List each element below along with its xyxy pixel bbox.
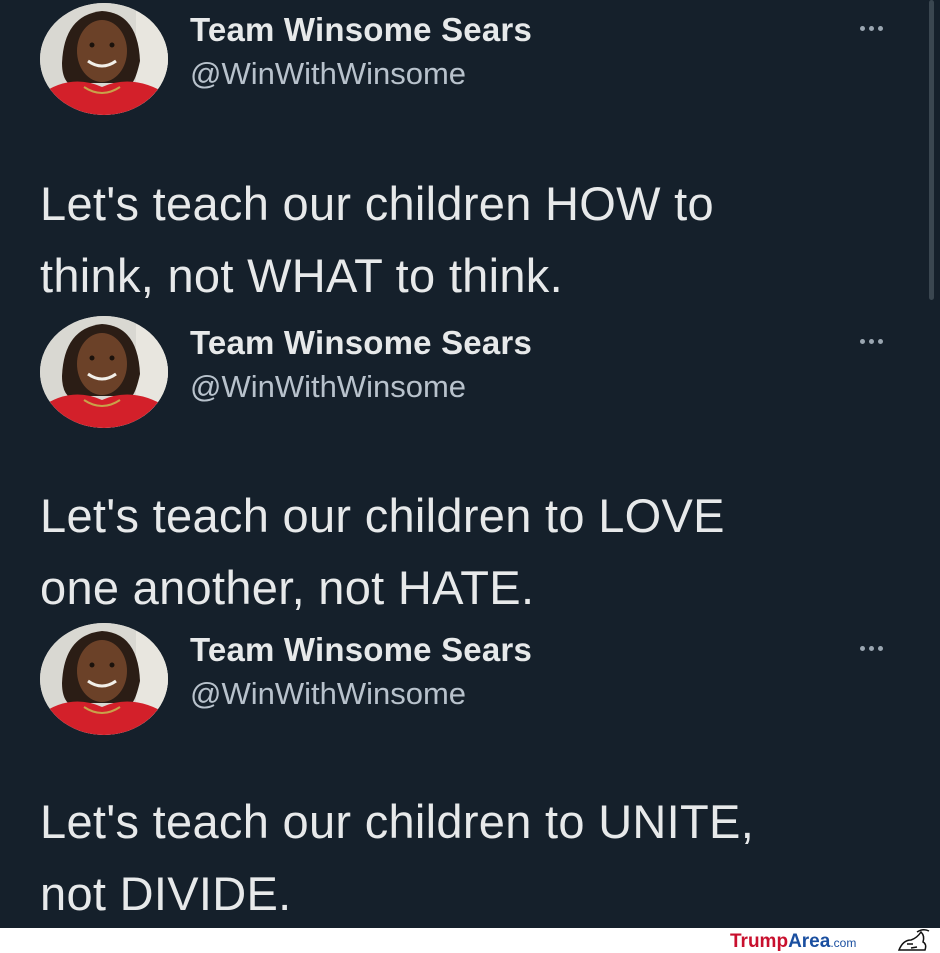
more-options-icon[interactable] <box>860 20 900 36</box>
tweet-text-line: Let's teach our children to LOVE <box>40 489 725 542</box>
tweet-text-line: Let's teach our children to UNITE, <box>40 795 755 848</box>
avatar[interactable] <box>40 3 168 115</box>
avatar[interactable] <box>40 623 168 735</box>
author-handle[interactable]: @WinWithWinsome <box>190 676 466 712</box>
avatar[interactable] <box>40 316 168 428</box>
author-handle[interactable]: @WinWithWinsome <box>190 369 466 405</box>
author-name[interactable]: Team Winsome Sears <box>190 324 532 362</box>
tweet-text-line: Let's teach our children HOW to <box>40 177 714 230</box>
author-name[interactable]: Team Winsome Sears <box>190 11 532 49</box>
watermark-text-area: Area <box>788 931 831 952</box>
tweet[interactable]: Team Winsome Sears @WinWithWinsome Let's… <box>0 313 940 623</box>
tweet-thread: Team Winsome Sears @WinWithWinsome Let's… <box>0 0 940 928</box>
tweet-text-line: one another, not HATE. <box>40 561 535 614</box>
tweet[interactable]: Team Winsome Sears @WinWithWinsome Let's… <box>0 0 940 310</box>
watermark-text-trump: Trump <box>730 931 789 952</box>
watermark-bar: TrumpArea.com <box>0 928 940 953</box>
watermark-logo: TrumpArea.com <box>730 931 856 953</box>
caricature-icon <box>897 928 930 951</box>
watermark-text-com: .com <box>830 936 857 950</box>
tweet[interactable]: Team Winsome Sears @WinWithWinsome Let's… <box>0 620 940 928</box>
more-options-icon[interactable] <box>860 640 900 656</box>
author-name[interactable]: Team Winsome Sears <box>190 631 532 669</box>
tweet-text-line: think, not WHAT to think. <box>40 249 563 302</box>
more-options-icon[interactable] <box>860 333 900 349</box>
author-handle[interactable]: @WinWithWinsome <box>190 56 466 92</box>
tweet-text: Let's teach our children to UNITE, not D… <box>40 786 910 928</box>
tweet-text: Let's teach our children HOW to think, n… <box>40 168 910 312</box>
tweet-text: Let's teach our children to LOVE one ano… <box>40 480 910 624</box>
tweet-text-line: not DIVIDE. <box>40 867 292 920</box>
